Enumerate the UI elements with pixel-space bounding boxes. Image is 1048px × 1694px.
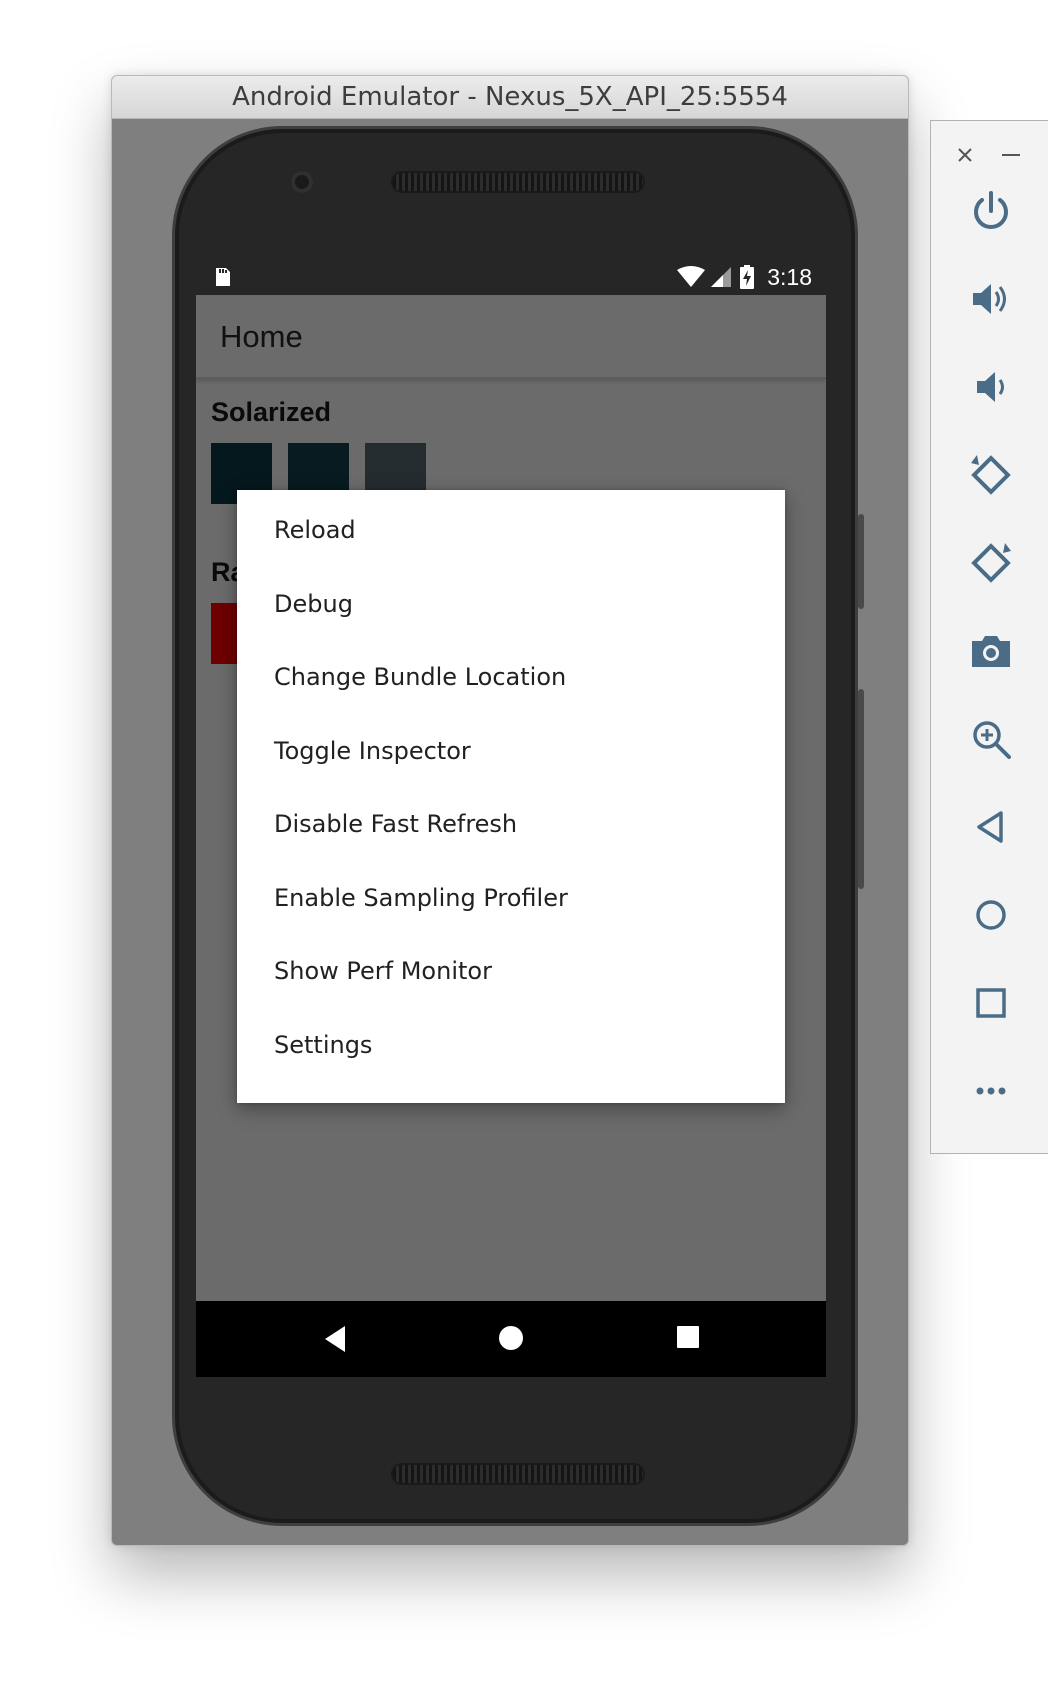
- toolbar-window-controls: [931, 135, 1048, 175]
- menu-item-settings[interactable]: Settings: [237, 1018, 785, 1092]
- rotate-left-button[interactable]: [931, 435, 1048, 515]
- menu-item-disable-fast-refresh[interactable]: Disable Fast Refresh: [237, 797, 785, 871]
- menu-item-reload[interactable]: Reload: [237, 503, 785, 577]
- menu-item-debug[interactable]: Debug: [237, 577, 785, 651]
- power-button[interactable]: [931, 171, 1048, 251]
- minimize-icon[interactable]: [1001, 147, 1021, 163]
- menu-item-toggle-inspector[interactable]: Toggle Inspector: [237, 724, 785, 798]
- close-icon[interactable]: [957, 147, 973, 163]
- back-icon: [976, 811, 1003, 843]
- nav-home-icon[interactable]: [498, 1325, 524, 1351]
- status-icons: 3:18: [677, 259, 812, 295]
- toolbar-overview-button[interactable]: [931, 963, 1048, 1043]
- wifi-icon: [677, 266, 706, 287]
- navigation-bar: [196, 1301, 826, 1377]
- sd-card-icon: [216, 268, 230, 286]
- volume-down-icon: [976, 372, 1004, 402]
- front-camera: [291, 171, 313, 193]
- nav-overview-icon[interactable]: [676, 1325, 700, 1349]
- nav-back-icon[interactable]: [323, 1325, 347, 1353]
- volume-up-button[interactable]: [931, 259, 1048, 339]
- more-button[interactable]: [931, 1051, 1048, 1131]
- home-icon: [975, 900, 1006, 930]
- toolbar-back-button[interactable]: [931, 787, 1048, 867]
- window-title: Android Emulator - Nexus_5X_API_25:5554: [112, 76, 908, 119]
- cell-signal-icon: [711, 267, 732, 287]
- screenshot-button[interactable]: [931, 611, 1048, 691]
- status-clock: 3:18: [767, 263, 812, 290]
- section-title-solarized: Solarized: [211, 397, 332, 427]
- status-bar: 3:18: [196, 259, 826, 295]
- bottom-speaker: [391, 1463, 645, 1485]
- emulator-toolbar: [930, 120, 1048, 1154]
- menu-item-show-perf-monitor[interactable]: Show Perf Monitor: [237, 944, 785, 1018]
- zoom-button[interactable]: [931, 699, 1048, 779]
- rotate-right-button[interactable]: [931, 523, 1048, 603]
- volume-down-button[interactable]: [931, 347, 1048, 427]
- menu-item-change-bundle-location[interactable]: Change Bundle Location: [237, 650, 785, 724]
- more-icon: [976, 1087, 1005, 1095]
- zoom-icon: [972, 721, 1011, 759]
- battery-charging-icon: [740, 265, 755, 289]
- rotate-left-icon: [970, 455, 1011, 495]
- rotate-right-icon: [970, 543, 1011, 583]
- power-side-button: [858, 514, 864, 609]
- volume-up-icon: [972, 284, 1006, 314]
- volume-side-button: [858, 689, 864, 889]
- power-icon: [973, 191, 1008, 229]
- top-speaker: [391, 171, 645, 193]
- app-bar: Home: [196, 295, 826, 379]
- menu-item-enable-sampling-profiler[interactable]: Enable Sampling Profiler: [237, 871, 785, 945]
- page-title: Home: [220, 319, 303, 354]
- overview-icon: [975, 988, 1006, 1018]
- dev-menu-dialog: Reload Debug Change Bundle Location Togg…: [237, 490, 785, 1103]
- screen-root: Android Emulator - Nexus_5X_API_25:5554: [0, 0, 1048, 1694]
- camera-icon: [971, 636, 1010, 667]
- toolbar-home-button[interactable]: [931, 875, 1048, 955]
